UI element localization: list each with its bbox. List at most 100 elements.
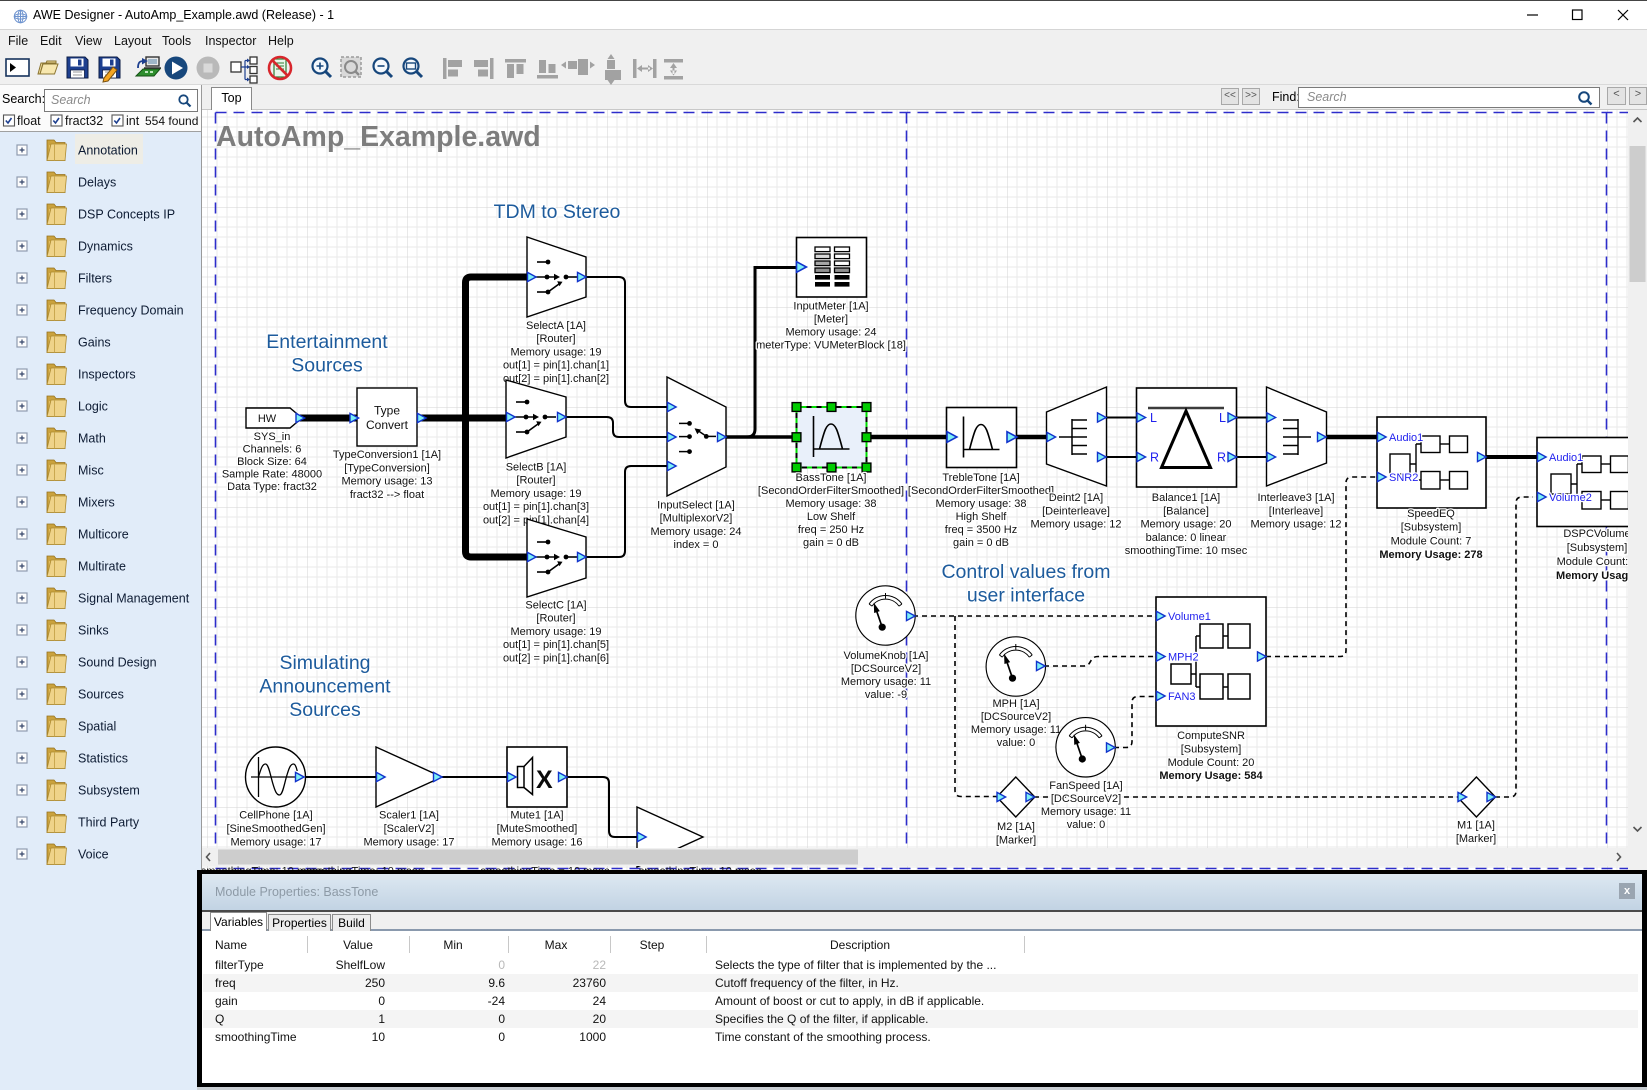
svg-text:Announcement: Announcement	[259, 676, 391, 698]
svg-text:Name: Name	[215, 938, 247, 952]
svg-text:Value: Value	[343, 938, 373, 952]
svg-text:[Router]: [Router]	[516, 475, 555, 487]
svg-text:[DCSourceV2]: [DCSourceV2]	[981, 711, 1051, 723]
svg-text:23760: 23760	[573, 976, 607, 990]
svg-text:[Deinterleave]: [Deinterleave]	[1042, 505, 1110, 517]
svg-text:index = 0: index = 0	[674, 539, 719, 551]
svg-text:[Subsystem]: [Subsystem]	[1401, 522, 1462, 534]
svg-text:[Subsystem]: [Subsystem]	[1181, 743, 1242, 755]
svg-text:SelectA [1A]: SelectA [1A]	[526, 320, 586, 332]
svg-text:freq = 3500 Hz: freq = 3500 Hz	[945, 524, 1017, 536]
svg-text:Max: Max	[545, 938, 568, 952]
svg-text:filterType: filterType	[215, 958, 264, 972]
svg-text:Simulating: Simulating	[279, 652, 370, 674]
svg-text:out[1] = pin[1].chan[1]: out[1] = pin[1].chan[1]	[503, 360, 609, 372]
svg-text:MPH2: MPH2	[1168, 652, 1199, 664]
svg-text:[Router]: [Router]	[536, 333, 575, 345]
svg-text:Specifies the Q of the filter,: Specifies the Q of the filter, if applic…	[715, 1012, 928, 1026]
svg-text:[Marker]: [Marker]	[996, 834, 1036, 846]
svg-text:R: R	[1217, 451, 1226, 465]
svg-text:Block Size: 64: Block Size: 64	[237, 456, 307, 468]
svg-text:Balance1 [1A]: Balance1 [1A]	[1152, 492, 1221, 504]
svg-text:Sources: Sources	[291, 355, 363, 377]
svg-text:Spatial: Spatial	[78, 720, 116, 734]
svg-text:float: float	[17, 114, 41, 128]
svg-text:ComputeSNR: ComputeSNR	[1177, 730, 1245, 742]
svg-text:meterType: VUMeterBlock [18]: meterType: VUMeterBlock [18]	[756, 340, 906, 352]
svg-text:0: 0	[378, 994, 385, 1008]
svg-text:Memory usage: 11: Memory usage: 11	[1041, 806, 1131, 818]
svg-text:SelectB [1A]: SelectB [1A]	[506, 462, 567, 474]
svg-text:Memory usage: 38: Memory usage: 38	[785, 498, 876, 510]
svg-text:Memory usage: 19: Memory usage: 19	[510, 626, 601, 638]
svg-text:InputSelect [1A]: InputSelect [1A]	[657, 500, 735, 512]
svg-text:Math: Math	[78, 432, 106, 446]
svg-text:Multicore: Multicore	[78, 528, 129, 542]
svg-text:L: L	[1150, 411, 1157, 425]
svg-text:SpeedEQ: SpeedEQ	[1407, 508, 1455, 520]
svg-text:554 found: 554 found	[145, 114, 198, 128]
svg-text:out[1] = pin[1].chan[3]: out[1] = pin[1].chan[3]	[483, 501, 589, 513]
svg-text:Min: Min	[443, 938, 462, 952]
svg-text:Memory Usage: 584: Memory Usage: 584	[1159, 770, 1263, 782]
svg-text:Logic: Logic	[78, 400, 108, 414]
svg-text:High Shelf: High Shelf	[956, 511, 1008, 523]
svg-text:[Subsystem]: [Subsystem]	[1567, 542, 1628, 554]
svg-text:Memory usage: 19: Memory usage: 19	[510, 346, 601, 358]
svg-text:Memory usage: 17: Memory usage: 17	[230, 836, 321, 848]
svg-text:CellPhone [1A]: CellPhone [1A]	[239, 810, 312, 822]
svg-text:Step: Step	[640, 938, 665, 952]
svg-text:TDM to Stereo: TDM to Stereo	[494, 201, 621, 223]
svg-text:smoothingTime: 10 msec: smoothingTime: 10 msec	[1125, 545, 1248, 557]
svg-text:Memory usage: 17: Memory usage: 17	[363, 836, 454, 848]
svg-text:1000: 1000	[579, 1030, 606, 1044]
svg-text:Gains: Gains	[78, 336, 111, 350]
svg-text:Third Party: Third Party	[78, 816, 140, 830]
svg-text:TrebleTone [1A]: TrebleTone [1A]	[942, 472, 1019, 484]
svg-text:-24: -24	[488, 994, 506, 1008]
svg-text:Voice: Voice	[78, 848, 109, 862]
svg-text:BassTone [1A]: BassTone [1A]	[796, 472, 867, 484]
svg-text:Module Count: 20: Module Count: 20	[1168, 757, 1255, 769]
svg-text:[SecondOrderFilterSmoothed]: [SecondOrderFilterSmoothed]	[908, 485, 1054, 497]
svg-text:Channels: 6: Channels: 6	[243, 444, 302, 456]
svg-text:Cutoff frequency of the filter: Cutoff frequency of the filter, in Hz.	[715, 976, 899, 990]
svg-text:Selects the type of filter tha: Selects the type of filter that is imple…	[715, 958, 996, 972]
svg-text:Volume1: Volume1	[1168, 611, 1211, 623]
svg-text:DSP Concepts IP: DSP Concepts IP	[78, 208, 175, 222]
svg-text:M2 [1A]: M2 [1A]	[997, 821, 1035, 833]
svg-text:SYS_in: SYS_in	[254, 431, 291, 443]
svg-text:M1 [1A]: M1 [1A]	[1457, 820, 1495, 832]
svg-text:Volume2: Volume2	[1549, 492, 1592, 504]
svg-text:value: 0: value: 0	[1067, 819, 1106, 831]
svg-text:Filters: Filters	[78, 272, 112, 286]
svg-text:value: 0: value: 0	[997, 737, 1036, 749]
svg-text:Memory usage: 11: Memory usage: 11	[841, 676, 931, 688]
svg-text:freq: freq	[215, 976, 236, 990]
svg-text:[Meter]: [Meter]	[814, 314, 848, 326]
svg-text:VolumeKnob [1A]: VolumeKnob [1A]	[843, 650, 928, 662]
svg-text:[ScalerV2]: [ScalerV2]	[384, 823, 435, 835]
svg-text:Deint2 [1A]: Deint2 [1A]	[1049, 492, 1103, 504]
svg-text:Scaler1 [1A]: Scaler1 [1A]	[379, 810, 439, 822]
svg-text:[Interleave]: [Interleave]	[1269, 505, 1323, 517]
svg-text:Memory Usage:: Memory Usage:	[1556, 570, 1628, 582]
svg-text:fract32: fract32	[65, 114, 103, 128]
svg-text:[MuteSmoothed]: [MuteSmoothed]	[497, 823, 578, 835]
svg-text:Convert: Convert	[366, 418, 409, 432]
svg-text:0: 0	[498, 1030, 505, 1044]
svg-text:InputMeter [1A]: InputMeter [1A]	[793, 301, 868, 313]
svg-text:Control values from: Control values from	[941, 561, 1110, 583]
svg-text:Mute1 [1A]: Mute1 [1A]	[510, 810, 563, 822]
svg-text:20: 20	[593, 1012, 607, 1026]
svg-text:Memory usage: 24: Memory usage: 24	[650, 526, 741, 538]
svg-text:freq = 250 Hz: freq = 250 Hz	[798, 524, 864, 536]
svg-text:Q: Q	[215, 1012, 224, 1026]
svg-text:DSPCVolume: DSPCVolume	[1563, 528, 1628, 540]
svg-text:[TypeConversion]: [TypeConversion]	[344, 462, 430, 474]
svg-text:fract32 --> float: fract32 --> float	[350, 489, 424, 501]
svg-text:SelectC [1A]: SelectC [1A]	[525, 600, 586, 612]
svg-text:Data Type: fract32: Data Type: fract32	[227, 481, 317, 493]
svg-text:Module Count: 7: Module Count: 7	[1391, 535, 1472, 547]
svg-text:Low Shelf: Low Shelf	[807, 511, 856, 523]
